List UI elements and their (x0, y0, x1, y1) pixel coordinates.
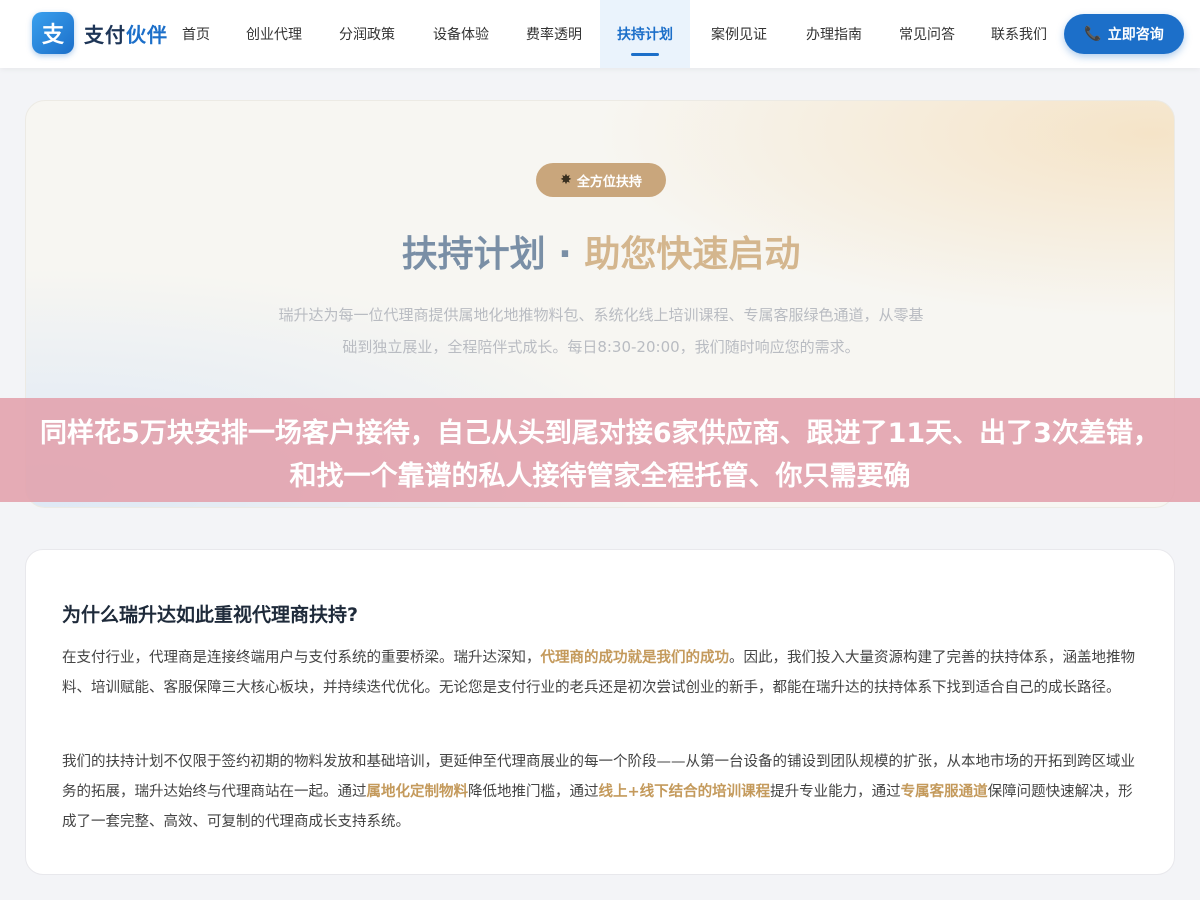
nav-item-0[interactable]: 首页 (164, 0, 228, 68)
nav-item-6[interactable]: 案例见证 (690, 0, 788, 68)
p2-highlight-2: 线上+线下结合的培训课程 (598, 784, 771, 800)
main-nav: 首页 创业代理 分润政策 设备体验 费率透明 扶持计划 案例见证 办理指南 常见问答 联系我们 (164, 0, 1064, 68)
sparkle-icon: ✸ (560, 172, 572, 188)
nav-item-4[interactable]: 费率透明 (508, 0, 600, 68)
hero-title-main: 扶持计划 · (401, 234, 585, 275)
phone-icon: 📞 (1084, 26, 1102, 42)
logo-text: 支付伙伴 (84, 19, 168, 48)
site-logo[interactable]: 支 支付伙伴 (32, 12, 168, 54)
p1-text-a: 在支付行业，代理商是连接终端用户与支付系统的重要桥梁。瑞升达深知， (62, 650, 541, 666)
consult-button-label: 立即咨询 (1107, 27, 1164, 43)
site-header: 支 支付伙伴 首页 创业代理 分润政策 设备体验 费率透明 扶持计划 案例见证 办理指南 常见问… (0, 0, 1200, 68)
p2-highlight-1: 属地化定制物料 (366, 784, 469, 800)
logo-badge: 支 (32, 12, 74, 54)
overlay-banner: 同样花5万块安排一场客户接待，自己从头到尾对接6家供应商、跟进了11天、出了3次… (0, 398, 1200, 502)
p2-text-c: 提升专业能力，通过 (770, 784, 901, 800)
hero-description: 瑞升达为每一位代理商提供属地化地推物料包、系统化线上培训课程、专属客服绿色通道，… (278, 306, 924, 356)
consult-button[interactable]: 📞 立即咨询 (1064, 14, 1184, 54)
nav-item-7[interactable]: 办理指南 (788, 0, 880, 68)
nav-item-3[interactable]: 设备体验 (414, 0, 508, 68)
why-support-card: 为什么瑞升达如此重视代理商扶持? 在支付行业，代理商是连接终端用户与支付系统的重… (25, 549, 1175, 875)
logo-text-main: 支付 (84, 22, 126, 47)
nav-item-1[interactable]: 创业代理 (228, 0, 320, 68)
hero-badge: ✸ 全方位扶持 (536, 163, 666, 197)
paragraph-1: 在支付行业，代理商是连接终端用户与支付系统的重要桥梁。瑞升达深知，代理商的成功就… (62, 643, 1140, 703)
nav-item-2[interactable]: 分润政策 (320, 0, 414, 68)
logo-text-accent: 伙伴 (126, 22, 168, 47)
p1-highlight: 代理商的成功就是我们的成功 (540, 650, 730, 666)
p2-highlight-3: 专属客服通道 (900, 784, 988, 800)
nav-item-8[interactable]: 常见问答 (880, 0, 974, 68)
nav-item-9[interactable]: 联系我们 (974, 0, 1064, 68)
hero-title: 扶持计划 · 助您快速启动 (26, 225, 1174, 277)
p2-text-b: 降低地推门槛，通过 (468, 784, 599, 800)
nav-item-5[interactable]: 扶持计划 (600, 0, 690, 68)
section-title: 为什么瑞升达如此重视代理商扶持? (62, 604, 359, 626)
hero-title-accent: 助您快速启动 (584, 234, 801, 275)
hero-badge-label: 全方位扶持 (576, 174, 642, 190)
paragraph-2: 我们的扶持计划不仅限于签约初期的物料发放和基础培训，更延伸至代理商展业的每一个阶… (62, 747, 1140, 837)
